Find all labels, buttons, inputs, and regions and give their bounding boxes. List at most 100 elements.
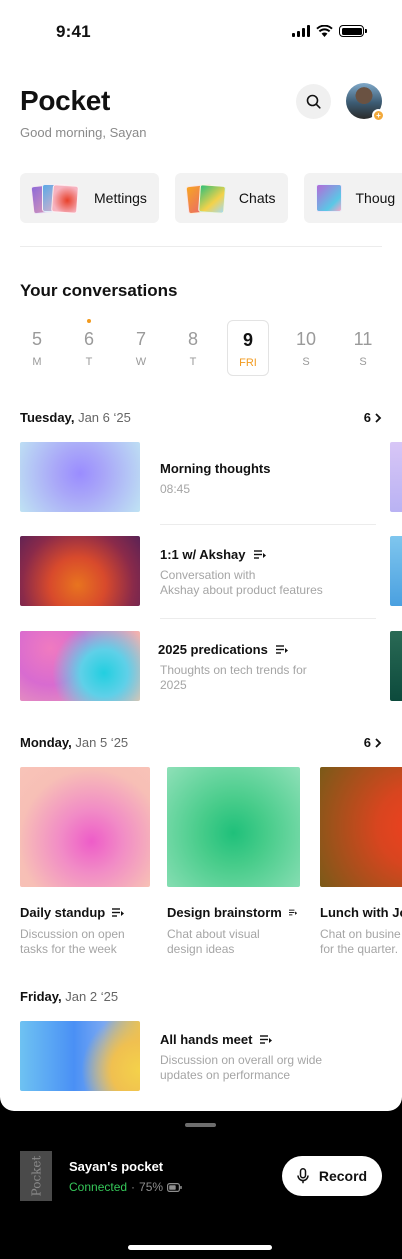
day-item[interactable]: 7W <box>120 320 162 376</box>
conversation-title: Design brainstorm <box>167 905 297 920</box>
summary-list-icon <box>288 909 297 916</box>
status-separator: · <box>131 1180 136 1194</box>
search-button[interactable] <box>296 84 331 119</box>
avatar[interactable]: + <box>346 83 385 122</box>
day-item[interactable]: 5M <box>16 320 58 376</box>
conversation-summary: Chat about visual design ideas <box>167 927 260 956</box>
conversation-card[interactable]: Design brainstorm Chat about visual desig… <box>167 767 300 957</box>
day-number: 5 <box>31 329 42 349</box>
summary-list-icon <box>253 550 266 559</box>
conversation-row[interactable]: 2025 predications Thoughts on tech trend… <box>20 631 380 701</box>
conversation-time: 08:45 <box>160 482 191 496</box>
conversation-summary: Discussion on open tasks for the week <box>20 927 125 956</box>
category-chats[interactable]: Chats <box>174 173 288 223</box>
section-title: Your conversations <box>20 281 178 300</box>
day-number: 9 <box>242 330 253 350</box>
conversation-row[interactable]: 1:1 w/ Akshay Conversation with Akshay ab… <box>20 536 380 619</box>
connection-status: Connected <box>69 1180 128 1194</box>
day-item[interactable]: 10 S <box>285 320 327 376</box>
day-of-week: T <box>85 356 93 368</box>
date-label: Jan 5 ‘25 <box>75 735 129 750</box>
search-icon <box>306 94 321 109</box>
day-item[interactable]: 8T <box>172 320 214 376</box>
conversation-thumbnail <box>20 767 150 887</box>
date-label: Jan 2 ‘25 <box>65 989 119 1004</box>
avatar-badge-icon: + <box>372 109 385 122</box>
device-status: Connected · 75% <box>69 1180 182 1194</box>
meetings-thumbnail-icon <box>30 182 82 215</box>
conversation-summary: Discussion on overall org wide updates on… <box>160 1053 323 1082</box>
summary-list-icon <box>275 645 288 654</box>
divider <box>20 246 382 247</box>
thoughts-thumbnail-icon <box>315 182 344 214</box>
conversation-title: Daily standup <box>20 905 150 920</box>
day-item[interactable]: 6T <box>68 319 110 376</box>
category-label: Thoug <box>355 190 396 206</box>
group-count-link[interactable]: 6 <box>364 410 382 425</box>
conversation-thumbnail <box>20 536 140 606</box>
conversation-card[interactable]: Daily standup Discussion on open tasks fo… <box>20 767 150 957</box>
record-button[interactable]: Record <box>282 1156 382 1196</box>
main-sheet: 9:41 Pocket Good morning, Sayan + Mettin… <box>0 0 402 1111</box>
status-icons <box>292 25 367 37</box>
conversation-title: 1:1 w/ Akshay <box>160 547 266 562</box>
next-page-peek <box>390 536 402 606</box>
battery-icon <box>339 25 367 37</box>
day-number: 10 <box>295 329 317 349</box>
app-title: Pocket <box>20 85 111 116</box>
conversation-thumbnail <box>320 767 402 887</box>
chevron-right-icon <box>375 737 382 748</box>
status-time: 9:41 <box>56 22 91 41</box>
greeting: Good morning, Sayan <box>20 125 147 140</box>
conversation-row[interactable]: All hands meet Discussion on overall org… <box>20 1021 380 1091</box>
date-day: Friday, <box>20 989 62 1004</box>
battery-percent: 75% <box>139 1180 164 1194</box>
home-indicator[interactable] <box>128 1245 272 1250</box>
date-header: Tuesday, Jan 6 ‘25 <box>20 410 131 425</box>
conversation-title: Morning thoughts <box>160 461 271 476</box>
day-number: 7 <box>135 329 146 349</box>
row-divider <box>160 524 376 525</box>
device-battery-icon <box>167 1182 182 1192</box>
conversation-summary: Chat on busine for the quarter. <box>320 927 401 956</box>
category-chips: Mettings Chats Thoug <box>20 173 402 223</box>
cellular-signal-icon <box>292 25 310 37</box>
device-label: Pocket <box>29 1155 44 1197</box>
group-count: 6 <box>363 410 371 425</box>
summary-list-icon <box>260 1035 273 1044</box>
conversation-title: 2025 predications <box>158 642 288 657</box>
conversation-thumbnail <box>20 442 140 512</box>
conversation-summary: Thoughts on tech trends for 2025 <box>160 663 307 692</box>
conversation-thumbnail <box>167 767 300 887</box>
category-label: Mettings <box>94 190 147 206</box>
conversation-title: Lunch with Jo <box>320 905 402 920</box>
day-item-selected[interactable]: 9 FRI <box>227 320 269 376</box>
record-label: Record <box>318 1168 368 1184</box>
day-number: 6 <box>83 329 94 349</box>
group-count-link[interactable]: 6 <box>364 735 382 750</box>
row-divider <box>160 618 376 619</box>
conversation-row[interactable]: Morning thoughts 08:45 <box>20 442 380 525</box>
date-header: Monday, Jan 5 ‘25 <box>20 735 128 750</box>
conversation-card[interactable]: Lunch with Jo Chat on busine for the quar… <box>320 767 402 957</box>
chats-thumbnail-icon <box>185 182 227 215</box>
date-label: Jan 6 ‘25 <box>78 410 131 425</box>
group-count: 6 <box>363 735 371 750</box>
wifi-icon <box>316 25 333 37</box>
category-thoughts[interactable]: Thoug <box>303 173 402 223</box>
day-item[interactable]: 11 S <box>342 320 384 376</box>
summary-list-icon <box>112 908 125 917</box>
day-number: 11 <box>353 329 373 349</box>
conversation-summary: Conversation with Akshay about product fe… <box>160 568 323 597</box>
next-page-peek <box>390 631 402 701</box>
day-of-week: T <box>189 356 197 368</box>
category-meetings[interactable]: Mettings <box>20 173 159 223</box>
category-label: Chats <box>238 190 276 206</box>
conversation-thumbnail <box>20 631 140 701</box>
chevron-right-icon <box>375 412 382 423</box>
microphone-icon <box>297 1168 309 1184</box>
sheet-drag-handle[interactable] <box>185 1123 216 1127</box>
day-of-week: FRI <box>239 357 257 369</box>
date-header: Friday, Jan 2 ‘25 <box>20 989 118 1004</box>
device-name: Sayan's pocket <box>69 1159 164 1174</box>
